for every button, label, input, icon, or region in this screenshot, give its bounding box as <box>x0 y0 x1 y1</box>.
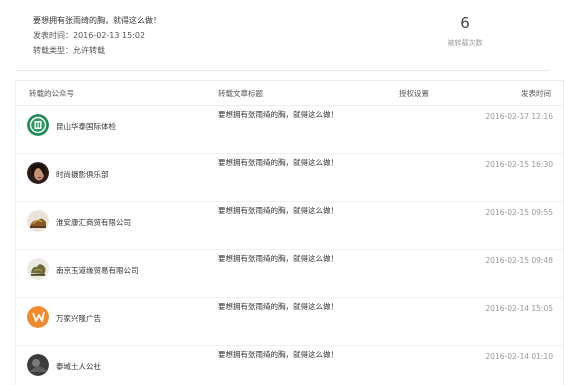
column-header-article: 转载文章标题 <box>218 89 263 98</box>
orange-brand-logo-icon[interactable] <box>27 306 49 328</box>
article-title-cell[interactable]: 要想拥有张雨绮的胸，就得这么做！ <box>218 109 338 120</box>
account-name[interactable]: 万家兴隆广告 <box>56 313 101 324</box>
table-row: 泰域土人公社 要想拥有张雨绮的胸，就得这么做！ 2016-02-14 01:10 <box>16 346 563 385</box>
portrait-photo-icon[interactable] <box>27 162 49 184</box>
table-row: 淮安康汇商贸有限公司 要想拥有张雨绮的胸，就得这么做！ 2016-02-15 0… <box>16 202 563 250</box>
publish-time-cell: 2016-02-15 16:30 <box>485 160 553 169</box>
account-name[interactable]: 时尚摄影俱乐部 <box>56 169 109 180</box>
table-row: 南京玉道缘贸易有限公司 要想拥有张雨绮的胸，就得这么做！ 2016-02-15 … <box>16 250 563 298</box>
article-title-cell[interactable]: 要想拥有张雨绮的胸，就得这么做！ <box>218 349 338 360</box>
publish-time-cell: 2016-02-15 09:55 <box>485 208 553 217</box>
rainbow-emblem-logo-icon[interactable] <box>27 114 49 136</box>
repost-count-label: 被转载次数 <box>447 39 483 47</box>
repost-table: 转载的公众号 转载文章标题 授权设置 发表时间 昆山华泰国际体检 要想拥有张雨绮… <box>15 80 564 385</box>
repost-stats-page: 要想拥有张雨绮的胸，就得这么做！ 发表时间：2016-02-13 15:02 转… <box>0 0 565 385</box>
table-row: 昆山华泰国际体检 要想拥有张雨绮的胸，就得这么做！ 2016-02-17 12:… <box>16 106 563 154</box>
account-name[interactable]: 泰域土人公社 <box>56 361 101 372</box>
repost-count: 6 <box>460 14 470 32</box>
column-header-account: 转载的公众号 <box>29 89 74 98</box>
table-body: 昆山华泰国际体检 要想拥有张雨绮的胸，就得这么做！ 2016-02-17 12:… <box>16 106 563 385</box>
repost-type: 转载类型：允许转载 <box>33 46 105 55</box>
golden-figure-icon[interactable] <box>27 210 49 232</box>
table-row: 万家兴隆广告 要想拥有张雨绮的胸，就得这么做！ 2016-02-14 15:05 <box>16 298 563 346</box>
table-header: 转载的公众号 转载文章标题 授权设置 发表时间 <box>16 81 563 106</box>
publish-time-cell: 2016-02-14 01:10 <box>485 352 553 361</box>
article-title-cell[interactable]: 要想拥有张雨绮的胸，就得这么做！ <box>218 301 338 312</box>
publish-time-cell: 2016-02-15 09:48 <box>485 256 553 265</box>
column-header-time: 发表时间 <box>521 89 551 98</box>
article-title-cell[interactable]: 要想拥有张雨绮的胸，就得这么做！ <box>218 205 338 216</box>
publish-time-cell: 2016-02-17 12:16 <box>485 112 553 121</box>
article-summary-card: 要想拥有张雨绮的胸，就得这么做！ 发表时间：2016-02-13 15:02 转… <box>15 8 550 71</box>
publish-time-cell: 2016-02-14 15:05 <box>485 304 553 313</box>
article-title-cell[interactable]: 要想拥有张雨绮的胸，就得这么做！ <box>218 157 338 168</box>
publish-time: 发表时间：2016-02-13 15:02 <box>33 31 146 40</box>
article-title[interactable]: 要想拥有张雨绮的胸，就得这么做！ <box>33 15 161 26</box>
column-header-auth: 授权设置 <box>399 89 429 98</box>
account-name[interactable]: 淮安康汇商贸有限公司 <box>56 217 131 228</box>
account-name[interactable]: 昆山华泰国际体检 <box>56 121 116 132</box>
jade-carving-icon[interactable] <box>27 258 49 280</box>
article-title-cell[interactable]: 要想拥有张雨绮的胸，就得这么做！ <box>218 253 338 264</box>
table-row: 时尚摄影俱乐部 要想拥有张雨绮的胸，就得这么做！ 2016-02-15 16:3… <box>16 154 563 202</box>
dark-photo-icon[interactable] <box>27 354 49 376</box>
account-name[interactable]: 南京玉道缘贸易有限公司 <box>56 265 139 276</box>
